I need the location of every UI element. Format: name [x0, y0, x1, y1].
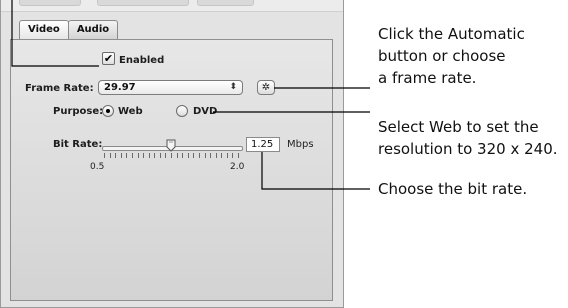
purpose-web-radio[interactable] [102, 105, 114, 117]
slider-tick [176, 153, 178, 158]
enabled-checkbox[interactable]: ✔ [102, 52, 115, 65]
gear-icon: ✲ [261, 82, 271, 93]
callout-line: a frame rate. [378, 69, 477, 87]
purpose-label: Purpose: [53, 106, 104, 117]
frame-rate-value: 29.97 [104, 82, 136, 93]
callout-line: button or choose [378, 47, 506, 65]
purpose-dvd-label: DVD [193, 106, 218, 117]
slider-tick [226, 153, 228, 158]
slider-tick [126, 153, 128, 158]
slider-tick [193, 153, 195, 158]
checkmark-icon: ✔ [103, 52, 114, 65]
frame-rate-popup[interactable]: 29.97 ⬍ [98, 80, 243, 95]
enabled-label: Enabled [119, 55, 165, 66]
callout-frame-rate: Click the Automatic button or choose a f… [378, 23, 525, 89]
video-settings-pane [10, 39, 333, 301]
bit-rate-ticks [104, 153, 239, 159]
slider-tick [221, 153, 223, 158]
tab-audio[interactable]: Audio [67, 20, 119, 39]
callout-line: Choose the bit rate. [378, 180, 528, 198]
compression-settings-panel: Video Audio ✔ Enabled Frame Rate: 29.97 … [0, 0, 344, 308]
slider-tick [182, 153, 184, 158]
radio-selected-dot [106, 109, 110, 113]
slider-tick [131, 153, 133, 158]
bit-rate-field[interactable]: 1.25 [246, 137, 280, 152]
slider-tick [137, 153, 139, 158]
tab-bar: Video Audio [19, 20, 119, 40]
slider-tick [109, 153, 111, 158]
slider-tick [115, 153, 117, 158]
callout-line: Click the Automatic [378, 25, 525, 43]
slider-tick [215, 153, 217, 158]
toolbar-ghost-control [19, 0, 81, 6]
slider-tick [187, 153, 189, 158]
slider-tick [120, 153, 122, 158]
slider-tick [104, 153, 105, 158]
automatic-button[interactable]: ✲ [257, 80, 275, 95]
bit-rate-unit: Mbps [287, 139, 314, 150]
slider-tick [198, 153, 200, 158]
top-toolbar-strip [1, 0, 343, 12]
purpose-dvd-radio[interactable] [176, 105, 188, 117]
slider-tick [210, 153, 212, 158]
slider-tick [143, 153, 145, 158]
bit-rate-min-label: 0.5 [90, 162, 105, 172]
popup-arrows-icon: ⬍ [229, 82, 237, 92]
callout-bit-rate: Choose the bit rate. [378, 178, 527, 200]
purpose-web-label: Web [118, 106, 143, 117]
callout-line: Select Web to set the [378, 118, 539, 136]
slider-tick [154, 153, 156, 158]
bit-rate-slider-knob[interactable] [166, 139, 176, 152]
slider-tick [159, 153, 161, 158]
callout-purpose: Select Web to set the resolution to 320 … [378, 116, 558, 160]
slider-tick [171, 153, 172, 158]
callout-line: resolution to 320 x 240. [378, 140, 558, 158]
slider-tick [165, 153, 167, 158]
slider-tick [232, 153, 234, 158]
tab-video[interactable]: Video [19, 20, 69, 39]
bit-rate-label: Bit Rate: [53, 139, 103, 150]
slider-tick [238, 153, 239, 158]
toolbar-ghost-control [197, 0, 254, 6]
frame-rate-label: Frame Rate: [25, 83, 94, 94]
slider-tick [148, 153, 150, 158]
bit-rate-max-label: 2.0 [230, 162, 245, 172]
slider-tick [204, 153, 206, 158]
toolbar-ghost-control [97, 0, 189, 6]
